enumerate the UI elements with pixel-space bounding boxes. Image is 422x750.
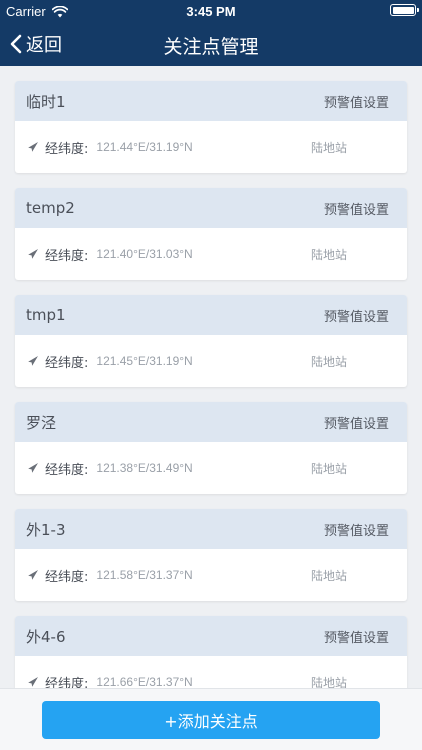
alert-settings-link[interactable]: 预警值设置: [324, 627, 389, 646]
location-arrow-icon: [28, 463, 38, 473]
coord-value: 121.44°E/31.19°N: [96, 140, 193, 154]
card-body: 经纬度: 121.66°E/31.37°N 陆地站: [15, 656, 407, 688]
card-body: 经纬度: 121.44°E/31.19°N 陆地站: [15, 121, 407, 173]
location-arrow-icon: [28, 249, 38, 259]
coord-label: 经纬度:: [45, 462, 89, 478]
card-body: 经纬度: 121.40°E/31.03°N 陆地站: [15, 228, 407, 280]
watch-point-card: 临时1 预警值设置 经纬度: 121.44°E/31.19°N 陆地站: [15, 81, 407, 173]
point-name: 外1-3: [26, 520, 66, 539]
status-time: 3:45 PM: [186, 4, 236, 19]
point-name: tmp1: [26, 306, 66, 324]
location-arrow-icon: [28, 570, 38, 580]
card-body: 经纬度: 121.58°E/31.37°N 陆地站: [15, 549, 407, 601]
point-name: 罗泾: [26, 413, 57, 432]
location-arrow-icon: [28, 356, 38, 366]
coord-label: 经纬度:: [45, 676, 89, 689]
station-type: 陆地站: [311, 461, 348, 476]
alert-settings-link[interactable]: 预警值设置: [324, 306, 389, 325]
coord-value: 121.45°E/31.19°N: [96, 354, 193, 368]
station-type: 陆地站: [311, 140, 348, 155]
battery-icon: [390, 4, 419, 16]
watch-point-card: temp2 预警值设置 经纬度: 121.40°E/31.03°N 陆地站: [15, 188, 407, 280]
point-name: 临时1: [26, 92, 66, 111]
coord-value: 121.58°E/31.37°N: [96, 568, 193, 582]
add-watch-point-button[interactable]: +添加关注点: [42, 701, 380, 739]
watch-point-card: 外1-3 预警值设置 经纬度: 121.58°E/31.37°N 陆地站: [15, 509, 407, 601]
coord-value: 121.38°E/31.49°N: [96, 461, 193, 475]
station-type: 陆地站: [311, 354, 348, 369]
station-type: 陆地站: [311, 675, 348, 689]
alert-settings-link[interactable]: 预警值设置: [324, 520, 389, 539]
alert-settings-link[interactable]: 预警值设置: [324, 413, 389, 432]
watch-point-card: 外4-6 预警值设置 经纬度: 121.66°E/31.37°N 陆地站: [15, 616, 407, 688]
station-type: 陆地站: [311, 247, 348, 262]
watch-point-card: tmp1 预警值设置 经纬度: 121.45°E/31.19°N 陆地站: [15, 295, 407, 387]
card-header: tmp1 预警值设置: [15, 295, 407, 335]
coord-label: 经纬度:: [45, 355, 89, 371]
coord-label: 经纬度:: [45, 248, 89, 264]
watch-point-list[interactable]: 临时1 预警值设置 经纬度: 121.44°E/31.19°N 陆地站 temp…: [0, 66, 422, 688]
location-arrow-icon: [28, 142, 38, 152]
card-header: 外4-6 预警值设置: [15, 616, 407, 656]
footer-bar: +添加关注点: [0, 688, 422, 750]
point-name: temp2: [26, 199, 75, 217]
card-header: 外1-3 预警值设置: [15, 509, 407, 549]
coord-label: 经纬度:: [45, 141, 89, 157]
location-arrow-icon: [28, 677, 38, 687]
alert-settings-link[interactable]: 预警值设置: [324, 199, 389, 218]
status-bar: Carrier 3:45 PM: [0, 0, 422, 22]
page-title: 关注点管理: [163, 36, 259, 58]
point-name: 外4-6: [26, 627, 66, 646]
card-body: 经纬度: 121.45°E/31.19°N 陆地站: [15, 335, 407, 387]
coord-value: 121.66°E/31.37°N: [96, 675, 193, 688]
card-header: 临时1 预警值设置: [15, 81, 407, 121]
status-right: [390, 4, 419, 16]
card-header: temp2 预警值设置: [15, 188, 407, 228]
station-type: 陆地站: [311, 568, 348, 583]
alert-settings-link[interactable]: 预警值设置: [324, 92, 389, 111]
coord-value: 121.40°E/31.03°N: [96, 247, 193, 261]
coord-label: 经纬度:: [45, 569, 89, 585]
navigation-bar: 返回 关注点管理: [0, 22, 422, 66]
card-body: 经纬度: 121.38°E/31.49°N 陆地站: [15, 442, 407, 494]
card-header: 罗泾 预警值设置: [15, 402, 407, 442]
watch-point-card: 罗泾 预警值设置 经纬度: 121.38°E/31.49°N 陆地站: [15, 402, 407, 494]
